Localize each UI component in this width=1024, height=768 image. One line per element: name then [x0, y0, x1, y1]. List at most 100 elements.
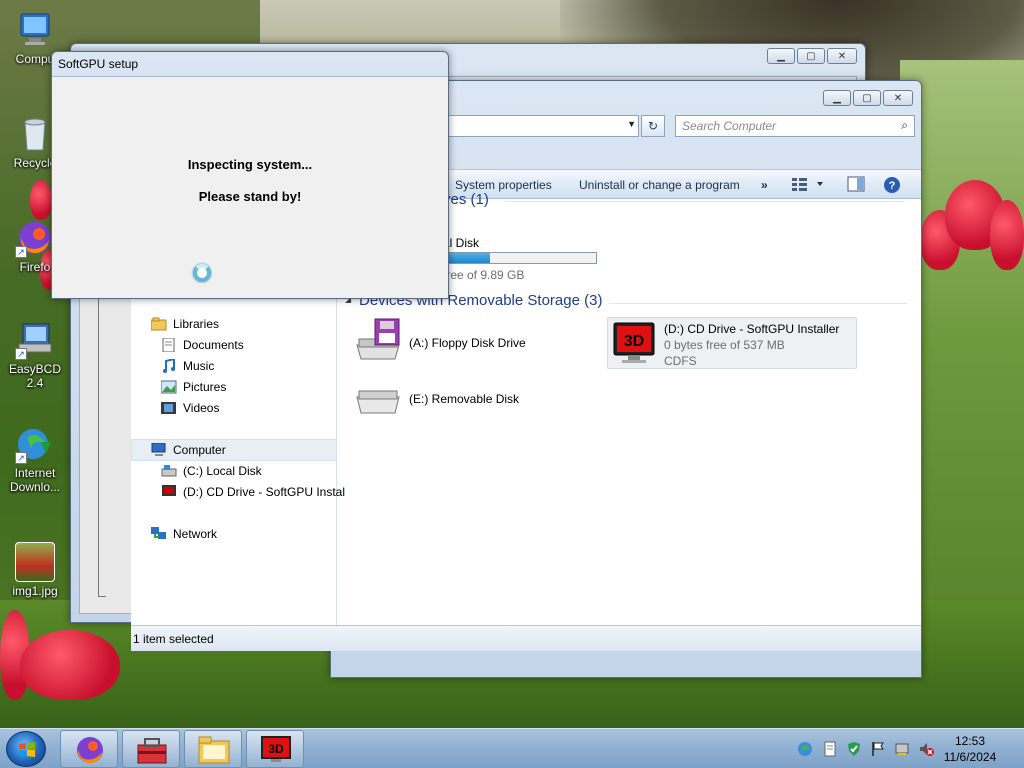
cd-drive-label: (D:) CD Drive - SoftGPU Installer [664, 322, 840, 336]
help-icon[interactable]: ? [883, 176, 901, 193]
wait-message: Please stand by! [198, 189, 302, 204]
nav-label: Network [173, 527, 218, 541]
more-commands-button[interactable]: » [761, 178, 768, 192]
clock-time: 12:53 [954, 734, 986, 748]
nav-d-drive[interactable]: (D:) CD Drive - SoftGPU Instal [161, 485, 345, 499]
close-button[interactable]: ✕ [827, 48, 857, 64]
search-input[interactable]: Search Computer ⌕ [675, 115, 915, 137]
softgpu-3d-icon: 3D [261, 736, 291, 762]
nav-music[interactable]: Music [161, 357, 215, 373]
network-icon [151, 527, 167, 541]
dialog-body: Inspecting system... Please stand by! [52, 76, 448, 298]
floppy-drive-icon[interactable] [353, 317, 403, 363]
softgpu-cd-icon: 3D [612, 321, 656, 367]
wallpaper-tulip [30, 180, 52, 220]
refresh-button[interactable]: ↻ [641, 115, 665, 137]
network-icon[interactable] [797, 741, 813, 757]
firefox-icon: ↗ [15, 218, 55, 258]
toolbox-icon [137, 738, 167, 764]
usage-fill [444, 253, 490, 263]
local-disk-icon [161, 464, 177, 478]
nav-label: Pictures [183, 380, 227, 394]
computer-icon [151, 442, 167, 457]
softgpu-cd-icon [161, 485, 177, 499]
music-icon [161, 357, 177, 373]
badge-3d-text: 3D [268, 742, 284, 756]
nav-computer[interactable]: Computer [151, 442, 226, 457]
maximize-button[interactable]: ▢ [797, 48, 825, 64]
taskbar-firefox[interactable] [60, 730, 118, 768]
dialog-title: SoftGPU setup [58, 57, 139, 71]
nav-label: Music [183, 359, 215, 373]
cd-drive-filesystem: CDFS [664, 354, 697, 368]
desktop-icon-internet-download[interactable]: ↗ Internet Downlo... [2, 424, 68, 494]
windows-logo-icon [19, 742, 35, 757]
libraries-icon [150, 317, 167, 331]
nav-c-drive[interactable]: (C:) Local Disk [161, 464, 262, 478]
search-icon[interactable]: ⌕ [901, 118, 908, 133]
nav-label: Documents [183, 338, 244, 352]
nav-libraries[interactable]: Libraries [150, 317, 219, 331]
status-message: Inspecting system... [187, 157, 313, 172]
nav-label: (C:) Local Disk [183, 464, 262, 478]
loading-spinner-icon [193, 264, 211, 282]
maximize-button[interactable]: ▢ [853, 90, 881, 106]
group-divider [609, 303, 907, 304]
status-bar: 1 item selected [131, 625, 921, 651]
taskbar-toolbox[interactable] [122, 730, 180, 768]
nav-videos[interactable]: Videos [161, 401, 219, 415]
local-disk-usage-bar [443, 252, 597, 264]
taskbar-explorer[interactable] [184, 730, 242, 768]
softgpu-setup-dialog[interactable]: SoftGPU setup Inspecting system... Pleas… [51, 51, 449, 299]
nav-label: Computer [173, 443, 226, 457]
wallpaper-tulip [20, 630, 120, 700]
nav-pictures[interactable]: Pictures [160, 380, 227, 394]
local-disk-free-space: free of 9.89 GB [443, 268, 525, 282]
removable-disk-icon[interactable] [353, 383, 403, 419]
floppy-drive-label[interactable]: (A:) Floppy Disk Drive [409, 336, 526, 350]
hard-disks-group-header[interactable]: ves (1) [443, 191, 489, 208]
internet-download-icon: ↗ [15, 424, 55, 464]
nav-documents[interactable]: Documents [161, 337, 244, 353]
preview-pane-icon[interactable] [847, 176, 865, 192]
security-shield-icon[interactable] [846, 741, 862, 757]
system-clock[interactable]: 12:53 11/6/2024 [930, 733, 1010, 765]
badge-3d-text: 3D [624, 333, 644, 350]
nav-label: Videos [183, 401, 220, 415]
explorer-folder-icon [198, 736, 230, 764]
easybcd-icon: ↗ [15, 320, 55, 360]
recycle-bin-icon [15, 114, 55, 154]
view-options-icon[interactable] [791, 176, 823, 192]
minimize-button[interactable]: ▁ [767, 48, 795, 64]
taskbar: 3D 12:53 11/6/2024 [0, 728, 1024, 768]
close-button[interactable]: ✕ [883, 90, 913, 106]
start-button[interactable] [6, 731, 46, 767]
device-icon[interactable] [894, 741, 910, 757]
uninstall-program-button[interactable]: Uninstall or change a program [579, 178, 740, 192]
chevron-down-icon[interactable]: ▼ [627, 119, 636, 129]
window-controls: ▁ ▢ ✕ [823, 90, 913, 106]
action-center-flag-icon[interactable] [870, 741, 886, 757]
cd-drive-tile[interactable]: 3D (D:) CD Drive - SoftGPU Installer 0 b… [607, 317, 857, 369]
shortcut-arrow-icon: ↗ [15, 246, 27, 258]
desktop-icon-easybcd[interactable]: ↗ EasyBCD 2.4 [2, 320, 68, 390]
svg-text:?: ? [889, 180, 896, 192]
taskbar-softgpu[interactable]: 3D [246, 730, 304, 768]
desktop-icon-label: Internet Downlo... [9, 466, 61, 494]
document-icon[interactable] [822, 741, 838, 757]
background-frame-line [98, 297, 106, 597]
firefox-icon [77, 737, 103, 764]
window-controls: ▁ ▢ ✕ [767, 48, 857, 64]
wallpaper-tulip [990, 200, 1024, 270]
removable-disk-label[interactable]: (E:) Removable Disk [409, 392, 519, 406]
shortcut-arrow-icon: ↗ [15, 348, 27, 360]
image-file-icon [15, 542, 55, 582]
desktop-icon-label: EasyBCD 2.4 [8, 362, 61, 390]
shortcut-arrow-icon: ↗ [15, 452, 27, 464]
desktop-icon-img1[interactable]: img1.jpg [2, 542, 68, 598]
minimize-button[interactable]: ▁ [823, 90, 851, 106]
system-properties-button[interactable]: System properties [455, 178, 552, 192]
pictures-icon [160, 380, 177, 394]
nav-network[interactable]: Network [151, 527, 217, 541]
clock-date: 11/6/2024 [943, 750, 997, 764]
